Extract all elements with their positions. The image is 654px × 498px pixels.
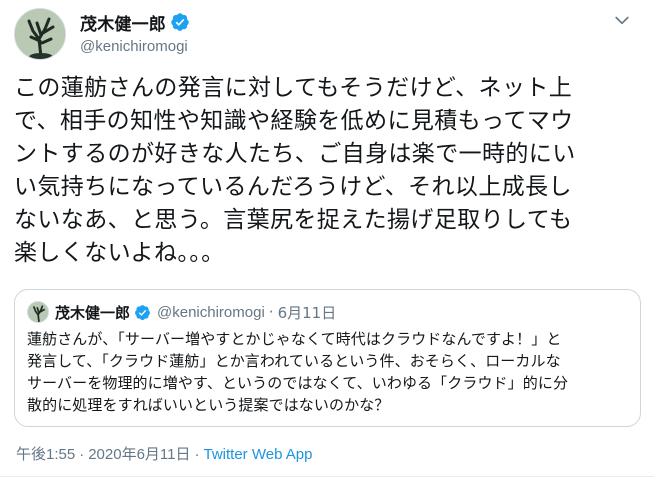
quoted-avatar-image — [28, 302, 48, 322]
quoted-date[interactable]: 6月11日 — [278, 302, 337, 323]
avatar-image — [15, 9, 65, 59]
tweet-text: この蓮舫さんの発言に対してもそうだけど、ネット上 で、相手の知性や知識や経験を低… — [14, 75, 576, 266]
tweet-card: 茂木健一郎 @kenichiromogi この蓮舫さんの発言に対してもそうだけど… — [0, 0, 654, 498]
avatar[interactable] — [14, 8, 66, 60]
tweet-time[interactable]: 午後1:55 — [16, 446, 75, 463]
quoted-avatar — [27, 301, 49, 323]
quoted-tweet-text: 蓮舫さんが、「サーバー増やすとかじゃなくて時代はクラウドなんですよ！」と 発言し… — [27, 330, 569, 414]
display-name-row: 茂木健一郎 — [80, 10, 190, 35]
quoted-handle: @kenichiromogi — [157, 303, 265, 321]
tweet-meta: 午後1:55 · 2020年6月11日 · Twitter Web App — [16, 443, 312, 464]
quoted-separator: · — [268, 303, 274, 321]
verified-badge-icon — [171, 13, 189, 31]
chevron-down-icon[interactable] — [612, 10, 632, 30]
meta-separator: · — [79, 446, 85, 463]
tweet-date[interactable]: 2020年6月11日 — [88, 446, 190, 463]
author-names: 茂木健一郎 @kenichiromogi — [80, 10, 190, 55]
divider — [0, 476, 654, 477]
quoted-tweet-header: 茂木健一郎 @kenichiromogi · 6月11日 — [27, 300, 336, 324]
tweet-header: 茂木健一郎 @kenichiromogi — [14, 6, 640, 62]
quoted-tweet[interactable]: 茂木健一郎 @kenichiromogi · 6月11日 蓮舫さんが、「サーバー… — [14, 289, 641, 427]
handle[interactable]: @kenichiromogi — [80, 38, 190, 55]
display-name[interactable]: 茂木健一郎 — [80, 10, 166, 35]
meta-separator: · — [194, 446, 200, 463]
quoted-display-name: 茂木健一郎 — [55, 303, 131, 322]
tweet-source-link[interactable]: Twitter Web App — [204, 446, 313, 463]
verified-badge-icon — [135, 304, 150, 320]
